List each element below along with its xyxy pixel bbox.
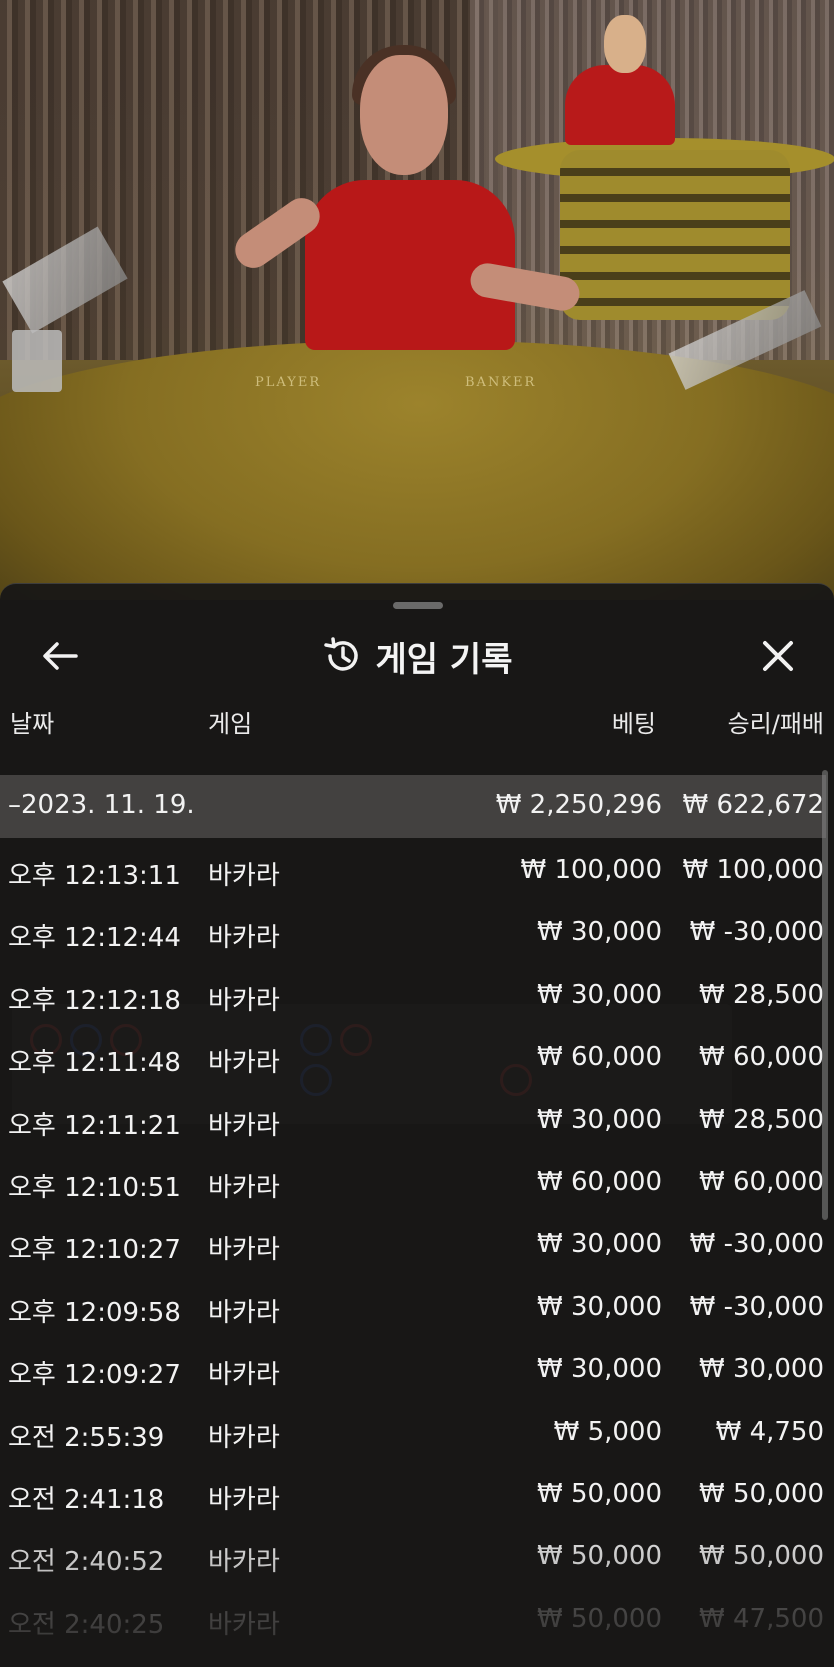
table-row[interactable]: 오후 12:09:27 바카라 ₩ 30,000 ₩ 30,000 bbox=[0, 1337, 834, 1399]
row-game: 바카라 bbox=[208, 1110, 280, 1141]
row-game: 바카라 bbox=[208, 985, 280, 1016]
row-win-loss: ₩ -30,000 bbox=[689, 1229, 824, 1260]
close-icon bbox=[763, 641, 793, 671]
discard-holder bbox=[12, 330, 62, 392]
row-time: 오후 12:12:44 bbox=[8, 923, 181, 954]
row-win-loss: ₩ 50,000 bbox=[699, 1541, 824, 1572]
row-game: 바카라 bbox=[208, 1484, 280, 1515]
row-bet: ₩ 50,000 bbox=[537, 1603, 662, 1634]
row-win-loss: ₩ -30,000 bbox=[689, 1291, 824, 1322]
row-bet: ₩ 30,000 bbox=[537, 1229, 662, 1260]
row-bet: ₩ 30,000 bbox=[537, 1354, 662, 1385]
table-row[interactable]: 오후 12:09:58 바카라 ₩ 30,000 ₩ -30,000 bbox=[0, 1275, 834, 1337]
table-row[interactable]: 오후 12:12:44 바카라 ₩ 30,000 ₩ -30,000 bbox=[0, 900, 834, 962]
live-video-stream: PLAYER BANKER bbox=[0, 0, 834, 600]
row-win-loss: ₩ 47,500 bbox=[699, 1603, 824, 1634]
row-time: 오전 2:40:52 bbox=[8, 1547, 165, 1578]
column-header-game[interactable]: 게임 bbox=[208, 704, 252, 739]
row-bet: ₩ 50,000 bbox=[537, 1541, 662, 1572]
column-header-win-loss[interactable]: 승리/패배 bbox=[728, 704, 824, 739]
row-bet: ₩ 30,000 bbox=[537, 917, 662, 948]
table-row[interactable]: 오후 12:13:11 바카라 ₩ 100,000 ₩ 100,000 bbox=[0, 838, 834, 900]
row-bet: ₩ 5,000 bbox=[553, 1416, 662, 1447]
row-game: 바카라 bbox=[208, 1048, 280, 1079]
table-row[interactable]: 오전 2:41:18 바카라 ₩ 50,000 ₩ 50,000 bbox=[0, 1462, 834, 1524]
date-group-row[interactable]: –2023. 11. 19. ₩ 2,250,296 ₩ 622,672 bbox=[0, 775, 826, 838]
table-row[interactable]: 오후 12:10:27 바카라 ₩ 30,000 ₩ -30,000 bbox=[0, 1212, 834, 1274]
row-game: 바카라 bbox=[208, 861, 280, 891]
table-row[interactable]: 오후 12:12:18 바카라 ₩ 30,000 ₩ 28,500 bbox=[0, 963, 834, 1025]
second-dealer-head bbox=[604, 15, 646, 73]
row-bet: ₩ 30,000 bbox=[537, 1291, 662, 1322]
table-row[interactable]: 오전 2:55:39 바카라 ₩ 5,000 ₩ 4,750 bbox=[0, 1400, 834, 1462]
row-win-loss: ₩ 60,000 bbox=[699, 1166, 824, 1197]
row-win-loss: ₩ 30,000 bbox=[699, 1354, 824, 1385]
page-title: 게임 기록 bbox=[375, 639, 513, 680]
table-row[interactable]: 오후 12:10:51 바카라 ₩ 60,000 ₩ 60,000 bbox=[0, 1150, 834, 1212]
dealer-head bbox=[360, 55, 448, 175]
felt-label-banker: BANKER bbox=[465, 375, 537, 390]
history-icon bbox=[322, 636, 362, 676]
row-time: 오후 12:09:27 bbox=[8, 1360, 181, 1391]
row-bet: ₩ 60,000 bbox=[537, 1042, 662, 1073]
group-bet-total: ₩ 2,250,296 bbox=[495, 790, 662, 820]
row-win-loss: ₩ 60,000 bbox=[699, 1042, 824, 1073]
baccarat-table bbox=[0, 340, 834, 600]
row-game: 바카라 bbox=[208, 1422, 280, 1453]
group-date: –2023. 11. 19. bbox=[8, 790, 195, 820]
wheel-stand bbox=[560, 150, 790, 320]
row-time: 오전 2:55:39 bbox=[8, 1422, 165, 1453]
row-time: 오전 2:41:18 bbox=[8, 1484, 165, 1515]
row-time: 오후 12:10:51 bbox=[8, 1172, 181, 1203]
row-win-loss: ₩ 28,500 bbox=[699, 1104, 824, 1135]
column-header-date[interactable]: 날짜 bbox=[10, 704, 54, 739]
close-button[interactable] bbox=[756, 634, 800, 678]
row-bet: ₩ 100,000 bbox=[520, 855, 663, 885]
table-row[interactable]: 오전 2:40:52 바카라 ₩ 50,000 ₩ 50,000 bbox=[0, 1524, 834, 1586]
row-time: 오후 12:10:27 bbox=[8, 1235, 181, 1266]
row-game: 바카라 bbox=[208, 1297, 280, 1328]
row-bet: ₩ 50,000 bbox=[537, 1478, 662, 1509]
row-win-loss: ₩ 4,750 bbox=[715, 1416, 824, 1447]
row-game: 바카라 bbox=[208, 1235, 280, 1266]
group-win-total: ₩ 622,672 bbox=[682, 790, 825, 820]
row-game: 바카라 bbox=[208, 1360, 280, 1391]
row-bet: ₩ 60,000 bbox=[537, 1166, 662, 1197]
sheet-header: 게임 기록 bbox=[0, 624, 834, 688]
felt-label-player: PLAYER bbox=[255, 375, 322, 390]
row-game: 바카라 bbox=[208, 1172, 280, 1203]
table-row[interactable]: 오후 12:11:48 바카라 ₩ 60,000 ₩ 60,000 bbox=[0, 1025, 834, 1087]
row-time: 오후 12:11:48 bbox=[8, 1048, 181, 1079]
second-dealer bbox=[565, 65, 675, 145]
row-time: 오후 12:11:21 bbox=[8, 1110, 181, 1141]
row-game: 바카라 bbox=[208, 1547, 280, 1578]
table-row[interactable]: 오후 12:11:21 바카라 ₩ 30,000 ₩ 28,500 bbox=[0, 1088, 834, 1150]
row-bet: ₩ 30,000 bbox=[537, 979, 662, 1010]
row-time: 오후 12:09:58 bbox=[8, 1297, 181, 1328]
row-win-loss: ₩ 50,000 bbox=[699, 1478, 824, 1509]
row-win-loss: ₩ -30,000 bbox=[689, 917, 824, 948]
row-win-loss: ₩ 28,500 bbox=[699, 979, 824, 1010]
sheet-drag-handle[interactable] bbox=[393, 602, 443, 609]
row-game: 바카라 bbox=[208, 923, 280, 954]
row-time: 오후 12:13:11 bbox=[8, 861, 181, 891]
row-win-loss: ₩ 100,000 bbox=[682, 855, 825, 885]
row-bet: ₩ 30,000 bbox=[537, 1104, 662, 1135]
row-time: 오전 2:40:25 bbox=[8, 1609, 165, 1640]
game-history-sheet: 게임 기록 날짜 게임 베팅 승리/패배 –2023. 11. 19. ₩ 2,… bbox=[0, 583, 834, 1667]
row-time: 오후 12:12:18 bbox=[8, 985, 181, 1016]
table-row[interactable]: 오전 2:40:25 바카라 ₩ 50,000 ₩ 47,500 bbox=[0, 1587, 834, 1649]
history-list: 오후 12:13:11 바카라 ₩ 100,000 ₩ 100,000 오후 12:12… bbox=[0, 838, 834, 1649]
column-header-bet[interactable]: 베팅 bbox=[612, 704, 656, 739]
sheet-title-group: 게임 기록 bbox=[0, 624, 834, 688]
row-game: 바카라 bbox=[208, 1609, 280, 1640]
column-headers: 날짜 게임 베팅 승리/패배 bbox=[0, 704, 834, 740]
scrollbar[interactable] bbox=[822, 770, 828, 1220]
